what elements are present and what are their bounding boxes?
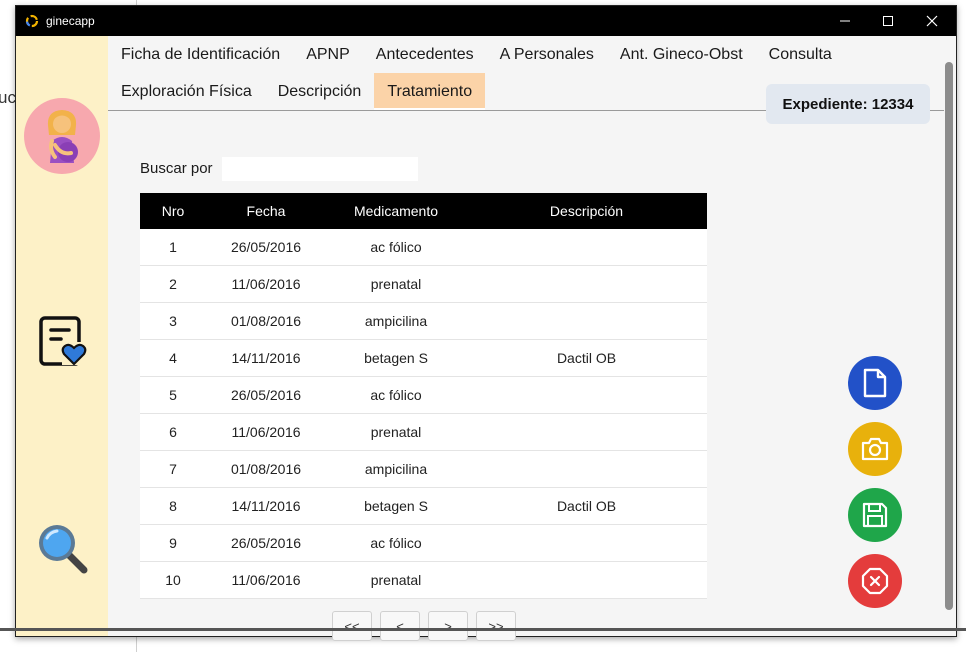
cell-nro: 4 bbox=[169, 350, 177, 366]
cell-medicamento: prenatal bbox=[370, 276, 422, 292]
last-page-button[interactable]: >> bbox=[476, 611, 516, 641]
cell-nro: 1 bbox=[169, 239, 177, 255]
tab-ficha-identificacion[interactable]: Ficha de Identificación bbox=[108, 36, 293, 74]
close-icon bbox=[926, 15, 938, 27]
table-row[interactable]: 5 26/05/2016 ac fólico bbox=[140, 377, 707, 414]
table-row[interactable]: 10 11/06/2016 prenatal bbox=[140, 562, 707, 599]
camera-icon bbox=[861, 437, 889, 461]
table-header: Nro Fecha Medicamento Descripción bbox=[140, 193, 707, 229]
app-window: ginecapp Ficha de Identificación APNP An… bbox=[15, 5, 957, 641]
background-text: uc bbox=[0, 88, 16, 107]
header-descripcion[interactable]: Descripción bbox=[466, 203, 707, 219]
cell-medicamento: ac fólico bbox=[370, 239, 422, 255]
cell-fecha: 11/06/2016 bbox=[231, 572, 301, 588]
cell-fecha: 11/06/2016 bbox=[231, 424, 301, 440]
cell-descripcion: Dactil OB bbox=[556, 498, 617, 514]
tab-a-personales[interactable]: A Personales bbox=[487, 36, 607, 74]
main-content: Ficha de Identificación APNP Antecedente… bbox=[108, 36, 944, 641]
cell-medicamento: ac fólico bbox=[370, 535, 422, 551]
sidebar-item-search[interactable] bbox=[36, 522, 90, 581]
header-fecha[interactable]: Fecha bbox=[206, 203, 326, 219]
cell-nro: 3 bbox=[169, 313, 177, 329]
cell-nro: 9 bbox=[169, 535, 177, 551]
floppy-disk-icon bbox=[862, 502, 888, 528]
table-row[interactable]: 4 14/11/2016 betagen S Dactil OB bbox=[140, 340, 707, 377]
cell-medicamento: ac fólico bbox=[370, 387, 422, 403]
table-row[interactable]: 7 01/08/2016 ampicilina bbox=[140, 451, 707, 488]
cell-nro: 10 bbox=[165, 572, 181, 588]
expediente-badge: Expediente: 12334 bbox=[766, 84, 930, 124]
cell-fecha: 14/11/2016 bbox=[231, 498, 301, 514]
maximize-button[interactable] bbox=[865, 6, 911, 36]
minimize-button[interactable] bbox=[822, 6, 868, 36]
patient-avatar[interactable] bbox=[24, 98, 100, 174]
stop-x-icon bbox=[861, 567, 889, 595]
window-title: ginecapp bbox=[46, 14, 95, 28]
cell-fecha: 01/08/2016 bbox=[230, 313, 302, 329]
window-bottom-edge bbox=[0, 628, 966, 631]
cell-fecha: 26/05/2016 bbox=[230, 239, 302, 255]
sidebar bbox=[16, 36, 108, 636]
scrollbar-thumb[interactable] bbox=[945, 62, 953, 610]
vertical-scrollbar[interactable] bbox=[944, 52, 954, 622]
maximize-icon bbox=[883, 16, 893, 26]
header-nro[interactable]: Nro bbox=[140, 203, 206, 219]
cell-medicamento: betagen S bbox=[364, 498, 428, 514]
first-page-button[interactable]: << bbox=[332, 611, 372, 641]
cell-fecha: 14/11/2016 bbox=[231, 350, 301, 366]
cell-medicamento: prenatal bbox=[370, 572, 422, 588]
tab-antecedentes[interactable]: Antecedentes bbox=[363, 36, 487, 74]
magnifier-icon bbox=[39, 525, 88, 574]
table-row[interactable]: 1 26/05/2016 ac fólico bbox=[140, 229, 707, 266]
cell-fecha: 11/06/2016 bbox=[231, 276, 301, 292]
cell-fecha: 01/08/2016 bbox=[230, 461, 302, 477]
table-row[interactable]: 2 11/06/2016 prenatal bbox=[140, 266, 707, 303]
prev-page-button[interactable]: < bbox=[380, 611, 420, 641]
cell-medicamento: ampicilina bbox=[364, 313, 428, 329]
table-row[interactable]: 9 26/05/2016 ac fólico bbox=[140, 525, 707, 562]
cell-nro: 6 bbox=[169, 424, 177, 440]
tab-ant-gineco-obst[interactable]: Ant. Gineco-Obst bbox=[607, 36, 756, 74]
tab-tratamiento[interactable]: Tratamiento bbox=[374, 73, 486, 111]
table-row[interactable]: 6 11/06/2016 prenatal bbox=[140, 414, 707, 451]
minimize-icon bbox=[840, 20, 850, 22]
table-row[interactable]: 8 14/11/2016 betagen S Dactil OB bbox=[140, 488, 707, 525]
document-heart-icon bbox=[39, 316, 87, 366]
cell-medicamento: ampicilina bbox=[364, 461, 428, 477]
tabs-row-2: Exploración Física Descripción Tratamien… bbox=[108, 73, 486, 111]
tab-apnp[interactable]: APNP bbox=[293, 36, 363, 74]
cell-nro: 5 bbox=[169, 387, 177, 403]
search-input[interactable] bbox=[222, 157, 418, 181]
cancel-button[interactable] bbox=[848, 554, 902, 608]
pregnant-woman-icon bbox=[47, 110, 78, 163]
cell-medicamento: betagen S bbox=[364, 350, 428, 366]
cell-medicamento: prenatal bbox=[370, 424, 422, 440]
next-page-button[interactable]: > bbox=[428, 611, 468, 641]
tab-descripcion[interactable]: Descripción bbox=[265, 73, 375, 111]
cell-nro: 7 bbox=[169, 461, 177, 477]
treatment-table: Nro Fecha Medicamento Descripción 1 26/0… bbox=[140, 193, 707, 599]
cell-fecha: 26/05/2016 bbox=[230, 535, 302, 551]
camera-button[interactable] bbox=[848, 422, 902, 476]
tabs-row-1: Ficha de Identificación APNP Antecedente… bbox=[108, 36, 845, 74]
app-logo-icon bbox=[25, 14, 39, 28]
cell-nro: 8 bbox=[169, 498, 177, 514]
tab-consulta[interactable]: Consulta bbox=[756, 36, 845, 74]
new-document-button[interactable] bbox=[848, 356, 902, 410]
save-button[interactable] bbox=[848, 488, 902, 542]
header-medicamento[interactable]: Medicamento bbox=[326, 203, 466, 219]
table-row[interactable]: 3 01/08/2016 ampicilina bbox=[140, 303, 707, 340]
search-label: Buscar por bbox=[140, 160, 213, 177]
sidebar-item-records[interactable] bbox=[38, 315, 88, 372]
title-bar[interactable]: ginecapp bbox=[16, 6, 956, 36]
document-icon bbox=[863, 368, 887, 398]
close-button[interactable] bbox=[909, 6, 955, 36]
cell-fecha: 26/05/2016 bbox=[230, 387, 302, 403]
tab-exploracion-fisica[interactable]: Exploración Física bbox=[108, 73, 265, 111]
cell-descripcion: Dactil OB bbox=[556, 350, 617, 366]
cell-nro: 2 bbox=[169, 276, 177, 292]
